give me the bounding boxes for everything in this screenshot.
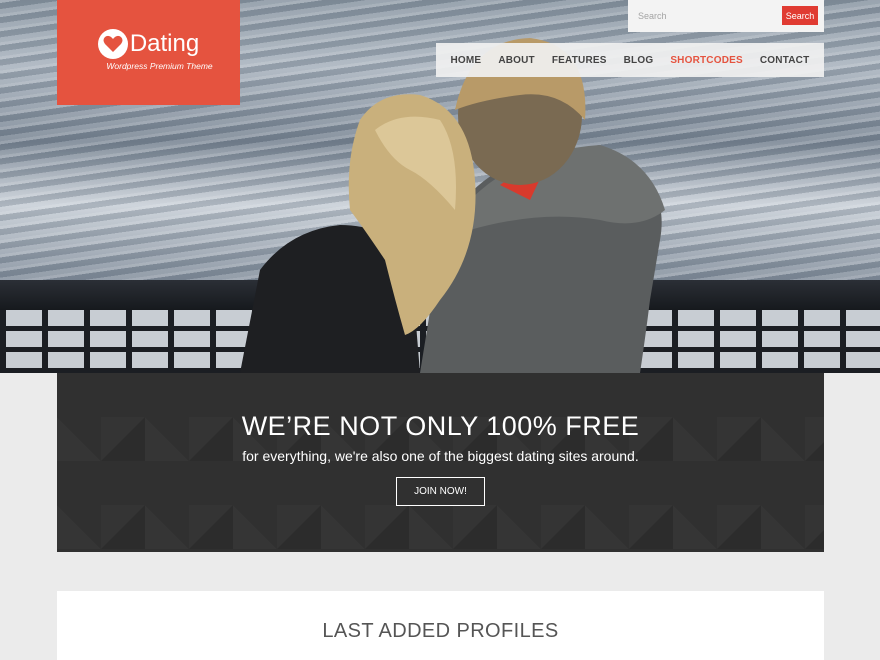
nav-item-features[interactable]: FEATURES (552, 55, 607, 66)
search-button[interactable]: Search (782, 6, 818, 25)
profiles-title: LAST ADDED PROFILES (322, 620, 559, 642)
search-input[interactable] (638, 11, 778, 21)
nav-item-shortcodes[interactable]: SHORTCODES (670, 55, 743, 66)
nav-item-home[interactable]: HOME (451, 55, 482, 66)
last-profiles-section: LAST ADDED PROFILES (57, 591, 824, 660)
logo-tagline: Wordpress Premium Theme (106, 60, 213, 71)
site-logo[interactable]: Dating Wordpress Premium Theme (57, 0, 240, 105)
nav-item-contact[interactable]: CONTACT (760, 55, 810, 66)
nav-item-about[interactable]: ABOUT (498, 55, 535, 66)
logo-row: Dating (97, 28, 200, 59)
promo-title: WE’RE NOT ONLY 100% FREE (241, 411, 640, 441)
main-nav: HOME ABOUT FEATURES BLOG SHORTCODES CONT… (436, 43, 824, 77)
promo-subtitle: for everything, we're also one of the bi… (242, 448, 639, 464)
heart-icon (97, 28, 128, 59)
join-now-button[interactable]: JOIN NOW! (396, 477, 485, 506)
promo-band: WE’RE NOT ONLY 100% FREE for everything,… (57, 373, 824, 552)
logo-name: Dating (129, 29, 200, 57)
search-box: Search (628, 0, 824, 32)
nav-item-blog[interactable]: BLOG (624, 55, 654, 66)
